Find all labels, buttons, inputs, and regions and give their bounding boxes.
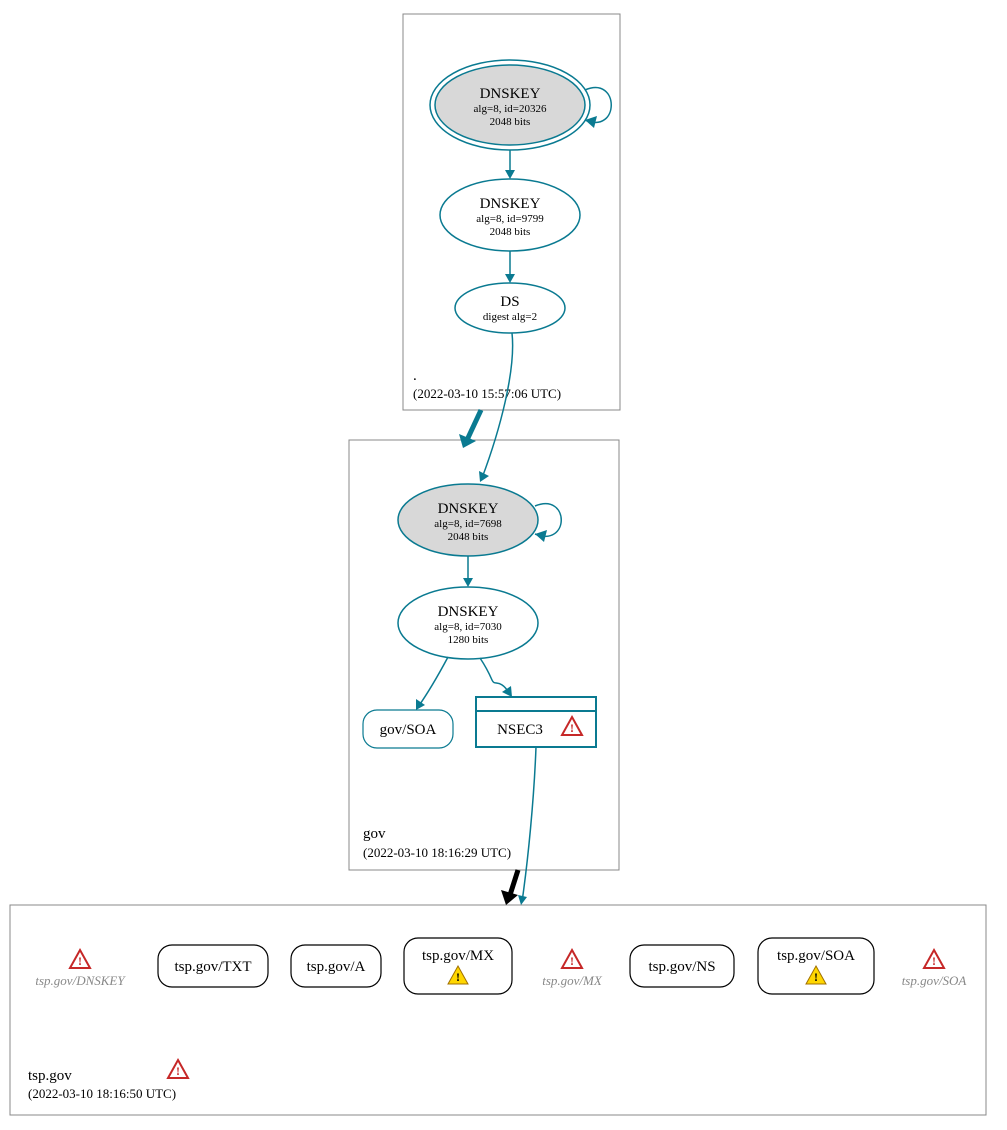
svg-text:DNSKEY: DNSKEY xyxy=(480,86,541,102)
svg-text:gov/SOA: gov/SOA xyxy=(380,722,437,738)
svg-text:!: ! xyxy=(814,970,818,984)
svg-text:DS: DS xyxy=(500,294,519,310)
tsp-zone-timestamp: (2022-03-10 18:16:50 UTC) xyxy=(28,1086,176,1101)
svg-text:tsp.gov/A: tsp.gov/A xyxy=(307,959,366,975)
gov-ksk-node: DNSKEY alg=8, id=7698 2048 bits xyxy=(398,484,538,556)
edge-ds-govksk xyxy=(482,333,513,478)
edge-govzsk-soa xyxy=(418,657,448,707)
tsp-zone-box xyxy=(10,905,986,1115)
svg-text:NSEC3: NSEC3 xyxy=(497,722,543,738)
gov-zsk-node: DNSKEY alg=8, id=7030 1280 bits xyxy=(398,587,538,659)
root-zone-timestamp: (2022-03-10 15:57:06 UTC) xyxy=(413,386,561,401)
svg-text:!: ! xyxy=(456,970,460,984)
gov-zone-timestamp: (2022-03-10 18:16:29 UTC) xyxy=(363,845,511,860)
gov-ksk-selfloop xyxy=(535,504,561,537)
svg-text:digest alg=2: digest alg=2 xyxy=(483,311,537,323)
gov-soa-node: gov/SOA xyxy=(363,710,453,748)
svg-text:tsp.gov/TXT: tsp.gov/TXT xyxy=(174,959,251,975)
root-zsk-node: DNSKEY alg=8, id=9799 2048 bits xyxy=(440,179,580,251)
tsp-soa-ghost: ! tsp.gov/SOA xyxy=(902,950,967,988)
svg-text:2048 bits: 2048 bits xyxy=(490,226,531,238)
edge-govzsk-nsec3 xyxy=(480,658,510,694)
error-icon: ! xyxy=(70,950,90,968)
root-zone-label: . xyxy=(413,368,417,384)
tsp-dnskey-ghost: ! tsp.gov/DNSKEY xyxy=(35,950,126,988)
root-ds-node: DS digest alg=2 xyxy=(455,283,565,333)
svg-text:2048 bits: 2048 bits xyxy=(448,531,489,543)
error-icon: ! xyxy=(562,950,582,968)
edge-nsec3-tsp xyxy=(522,747,536,902)
root-ksk-selfloop xyxy=(585,88,611,123)
error-icon: ! xyxy=(168,1060,188,1078)
svg-text:2048 bits: 2048 bits xyxy=(490,116,531,128)
tsp-mx-node: tsp.gov/MX ! xyxy=(404,938,512,994)
svg-text:!: ! xyxy=(176,1064,180,1078)
gov-nsec3-node: NSEC3 ! xyxy=(476,697,596,747)
svg-text:DNSKEY: DNSKEY xyxy=(438,604,499,620)
edge-root-gov-thick xyxy=(467,410,481,440)
svg-text:!: ! xyxy=(570,721,574,735)
svg-text:!: ! xyxy=(78,954,82,968)
dnssec-diagram: . (2022-03-10 15:57:06 UTC) DNSKEY alg=8… xyxy=(0,0,1007,1130)
svg-text:alg=8, id=7698: alg=8, id=7698 xyxy=(434,518,502,530)
svg-text:tsp.gov/NS: tsp.gov/NS xyxy=(648,959,715,975)
svg-text:tsp.gov/MX: tsp.gov/MX xyxy=(542,973,603,988)
svg-text:DNSKEY: DNSKEY xyxy=(438,501,499,517)
svg-text:tsp.gov/MX: tsp.gov/MX xyxy=(422,948,494,964)
svg-text:tsp.gov/SOA: tsp.gov/SOA xyxy=(902,973,967,988)
gov-zone-label: gov xyxy=(363,826,386,842)
svg-text:alg=8, id=20326: alg=8, id=20326 xyxy=(474,103,547,115)
svg-text:alg=8, id=9799: alg=8, id=9799 xyxy=(476,213,544,225)
tsp-txt-node: tsp.gov/TXT xyxy=(158,945,268,987)
tsp-ns-node: tsp.gov/NS xyxy=(630,945,734,987)
edge-gov-tsp-black xyxy=(510,870,518,895)
tsp-zone-label: tsp.gov xyxy=(28,1068,72,1084)
svg-text:1280 bits: 1280 bits xyxy=(448,634,489,646)
svg-text:DNSKEY: DNSKEY xyxy=(480,196,541,212)
tsp-mx-ghost: ! tsp.gov/MX xyxy=(542,950,603,988)
svg-text:tsp.gov/DNSKEY: tsp.gov/DNSKEY xyxy=(35,973,126,988)
svg-text:alg=8, id=7030: alg=8, id=7030 xyxy=(434,621,502,633)
svg-text:!: ! xyxy=(932,954,936,968)
tsp-soa-node: tsp.gov/SOA ! xyxy=(758,938,874,994)
error-icon: ! xyxy=(924,950,944,968)
svg-text:!: ! xyxy=(570,954,574,968)
svg-text:tsp.gov/SOA: tsp.gov/SOA xyxy=(777,948,855,964)
root-ksk-node: DNSKEY alg=8, id=20326 2048 bits xyxy=(430,60,590,150)
tsp-a-node: tsp.gov/A xyxy=(291,945,381,987)
